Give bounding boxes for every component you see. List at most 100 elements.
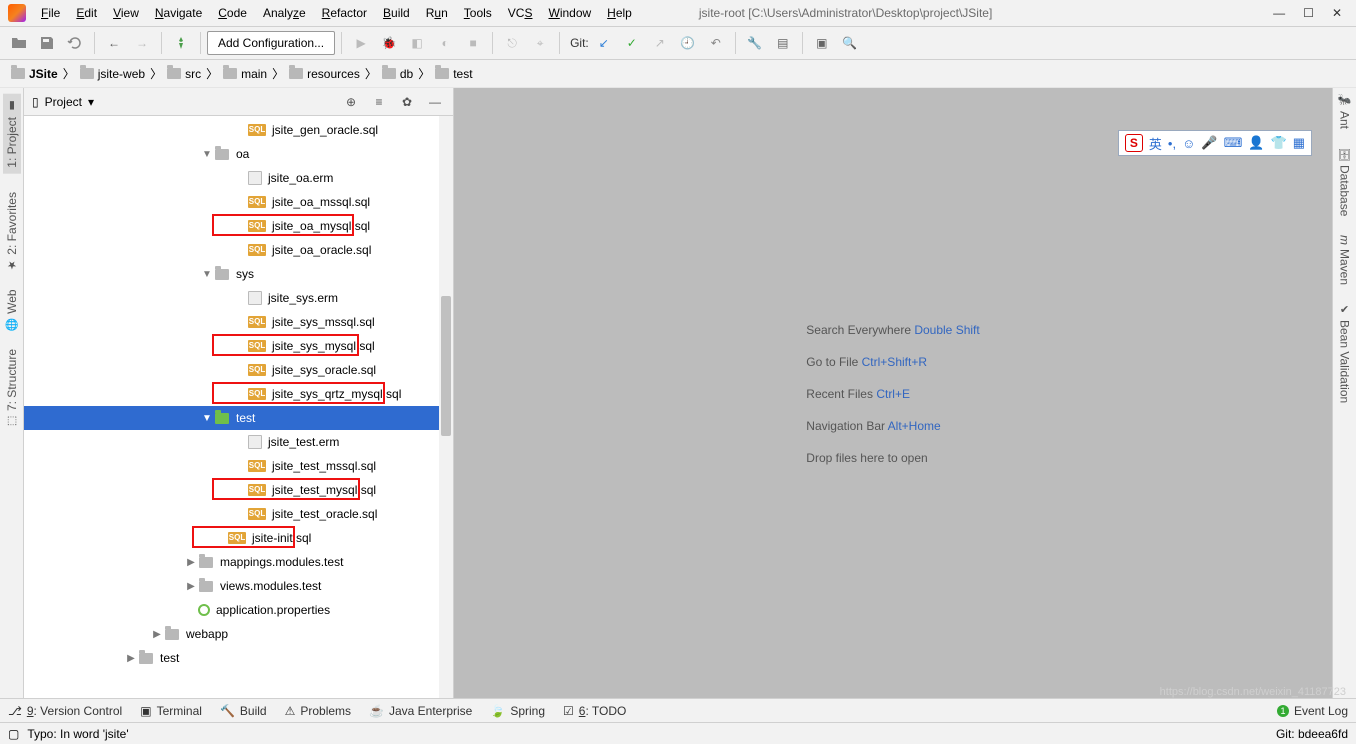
tree-item-jsite-oa-oracle-sql[interactable]: SQLjsite_oa_oracle.sql — [24, 238, 453, 262]
panel-settings-button[interactable]: ✿ — [397, 92, 417, 112]
tree-item-jsite-test-oracle-sql[interactable]: SQLjsite_test_oracle.sql — [24, 502, 453, 526]
crumb-resources[interactable]: resources — [286, 67, 363, 81]
crumb-src[interactable]: src — [164, 67, 204, 81]
tree-item-jsite-init-sql[interactable]: SQLjsite-init.sql — [24, 526, 453, 550]
git-push-button[interactable]: ↗ — [647, 30, 673, 56]
tool-todo[interactable]: ☑ 6: TODO — [563, 704, 626, 718]
menu-help[interactable]: Help — [600, 3, 639, 23]
menu-code[interactable]: Code — [211, 3, 254, 23]
run-anything-button[interactable]: ▣ — [809, 30, 835, 56]
ime-toolbar[interactable]: S 英 •, ☺ 🎤 ⌨ 👤 👕 ▦ — [1118, 130, 1312, 156]
menu-build[interactable]: Build — [376, 3, 417, 23]
minimize-button[interactable]: — — [1273, 6, 1285, 20]
tool-structure[interactable]: ⬚ 7: Structure — [5, 349, 19, 428]
ime-lang[interactable]: 英 — [1149, 134, 1162, 153]
menu-file[interactable]: File — [34, 3, 67, 23]
tree-item-jsite-sys-mysql-sql[interactable]: SQLjsite_sys_mysql.sql — [24, 334, 453, 358]
forward-button[interactable]: → — [129, 30, 155, 56]
ime-punc-icon[interactable]: •, — [1168, 136, 1176, 151]
event-log[interactable]: 1 Event Log — [1277, 704, 1348, 718]
menu-analyze[interactable]: Analyze — [256, 3, 313, 23]
git-commit-button[interactable]: ✓ — [619, 30, 645, 56]
stop-button[interactable]: ■ — [460, 30, 486, 56]
project-panel-title[interactable]: ▯ Project ▾ — [32, 95, 94, 109]
menu-view[interactable]: View — [106, 3, 146, 23]
close-button[interactable]: ✕ — [1332, 6, 1342, 20]
tree-item-application-properties[interactable]: application.properties — [24, 598, 453, 622]
project-tree[interactable]: SQLjsite_gen_oracle.sql▼oajsite_oa.ermSQ… — [24, 116, 453, 698]
hide-panel-button[interactable]: — — [425, 92, 445, 112]
menu-edit[interactable]: Edit — [69, 3, 104, 23]
crumb-test[interactable]: test — [432, 67, 475, 81]
status-icon[interactable]: ▢ — [8, 727, 19, 741]
menu-navigate[interactable]: Navigate — [148, 3, 209, 23]
menu-window[interactable]: Window — [541, 3, 598, 23]
tool-build[interactable]: 🔨 Build — [220, 704, 267, 718]
open-button[interactable] — [6, 30, 32, 56]
tree-scrollbar[interactable] — [439, 116, 453, 698]
refresh-button[interactable] — [62, 30, 88, 56]
ime-keyboard-icon[interactable]: ⌨ — [1224, 135, 1243, 151]
menu-refactor[interactable]: Refactor — [315, 3, 374, 23]
tree-item-jsite-oa-erm[interactable]: jsite_oa.erm — [24, 166, 453, 190]
tree-item-jsite-oa-mysql-sql[interactable]: SQLjsite_oa_mysql.sql — [24, 214, 453, 238]
tree-item-jsite-oa-mssql-sql[interactable]: SQLjsite_oa_mssql.sql — [24, 190, 453, 214]
expand-all-button[interactable]: ≡ — [369, 92, 389, 112]
crumb-jsite[interactable]: JSite — [8, 67, 61, 81]
tool-java-enterprise[interactable]: ☕ Java Enterprise — [369, 704, 472, 718]
save-button[interactable] — [34, 30, 60, 56]
maximize-button[interactable]: ☐ — [1303, 6, 1314, 20]
tool-database[interactable]: 🗄 Database — [1338, 147, 1352, 216]
tool-maven[interactable]: m Maven — [1338, 235, 1352, 285]
tree-item-jsite-test-mysql-sql[interactable]: SQLjsite_test_mysql.sql — [24, 478, 453, 502]
tree-item-mappings-modules-test[interactable]: ▶mappings.modules.test — [24, 550, 453, 574]
tool-web[interactable]: 🌐 Web — [5, 289, 19, 331]
tool-problems[interactable]: ⚠ Problems — [285, 704, 351, 718]
git-history-button[interactable]: 🕘 — [675, 30, 701, 56]
tool-terminal[interactable]: ▣ Terminal — [140, 704, 202, 718]
profile-button[interactable]: ◐ — [432, 30, 458, 56]
build-button[interactable] — [168, 30, 194, 56]
crumb-jsite-web[interactable]: jsite-web — [77, 67, 148, 81]
tree-item-test[interactable]: ▶test — [24, 646, 453, 670]
tree-item-oa[interactable]: ▼oa — [24, 142, 453, 166]
tool-version-control[interactable]: ⎇ 9: Version Control — [8, 704, 122, 718]
tool-favorites[interactable]: ★ 2: Favorites — [5, 192, 19, 272]
run-button[interactable]: ▶ — [348, 30, 374, 56]
status-git[interactable]: Git: bdeea6fd — [1276, 727, 1348, 741]
coverage-button[interactable]: ◧ — [404, 30, 430, 56]
git-update-button[interactable]: ↙ — [591, 30, 617, 56]
menu-run[interactable]: Run — [419, 3, 455, 23]
tool-ant[interactable]: 🐜 Ant — [1338, 94, 1352, 129]
tree-item-jsite-sys-oracle-sql[interactable]: SQLjsite_sys_oracle.sql — [24, 358, 453, 382]
tree-item-webapp[interactable]: ▶webapp — [24, 622, 453, 646]
settings-button[interactable]: 🔧 — [742, 30, 768, 56]
crumb-main[interactable]: main — [220, 67, 270, 81]
tree-item-jsite-gen-oracle-sql[interactable]: SQLjsite_gen_oracle.sql — [24, 118, 453, 142]
menu-tools[interactable]: Tools — [457, 3, 499, 23]
attach-button[interactable]: ⎋ — [499, 30, 525, 56]
tool-project[interactable]: 1: Project ▮ — [3, 94, 21, 174]
tree-item-jsite-sys-qrtz-mysql-sql[interactable]: SQLjsite_sys_qrtz_mysql.sql — [24, 382, 453, 406]
tool-bean-validation[interactable]: ✔ Bean Validation — [1338, 303, 1352, 403]
ime-mic-icon[interactable]: 🎤 — [1201, 135, 1217, 151]
tree-item-jsite-test-erm[interactable]: jsite_test.erm — [24, 430, 453, 454]
debug-button[interactable]: 🐞 — [376, 30, 402, 56]
tree-item-jsite-sys-mssql-sql[interactable]: SQLjsite_sys_mssql.sql — [24, 310, 453, 334]
tree-item-jsite-test-mssql-sql[interactable]: SQLjsite_test_mssql.sql — [24, 454, 453, 478]
locate-button[interactable]: ⊕ — [341, 92, 361, 112]
tree-item-views-modules-test[interactable]: ▶views.modules.test — [24, 574, 453, 598]
ime-emoji-icon[interactable]: ☺ — [1182, 136, 1195, 151]
tool-spring[interactable]: 🍃 Spring — [490, 704, 545, 718]
project-structure-button[interactable]: ▤ — [770, 30, 796, 56]
tree-item-sys[interactable]: ▼sys — [24, 262, 453, 286]
tree-item-jsite-sys-erm[interactable]: jsite_sys.erm — [24, 286, 453, 310]
run-config-selector[interactable]: Add Configuration... — [207, 31, 335, 55]
search-button[interactable]: ⌖ — [527, 30, 553, 56]
git-rollback-button[interactable]: ↶ — [703, 30, 729, 56]
search-everywhere-button[interactable]: 🔍 — [837, 30, 863, 56]
ime-grid-icon[interactable]: ▦ — [1293, 135, 1305, 151]
ime-skin-icon[interactable]: 👕 — [1271, 135, 1287, 151]
crumb-db[interactable]: db — [379, 67, 416, 81]
tree-item-test[interactable]: ▼test — [24, 406, 453, 430]
